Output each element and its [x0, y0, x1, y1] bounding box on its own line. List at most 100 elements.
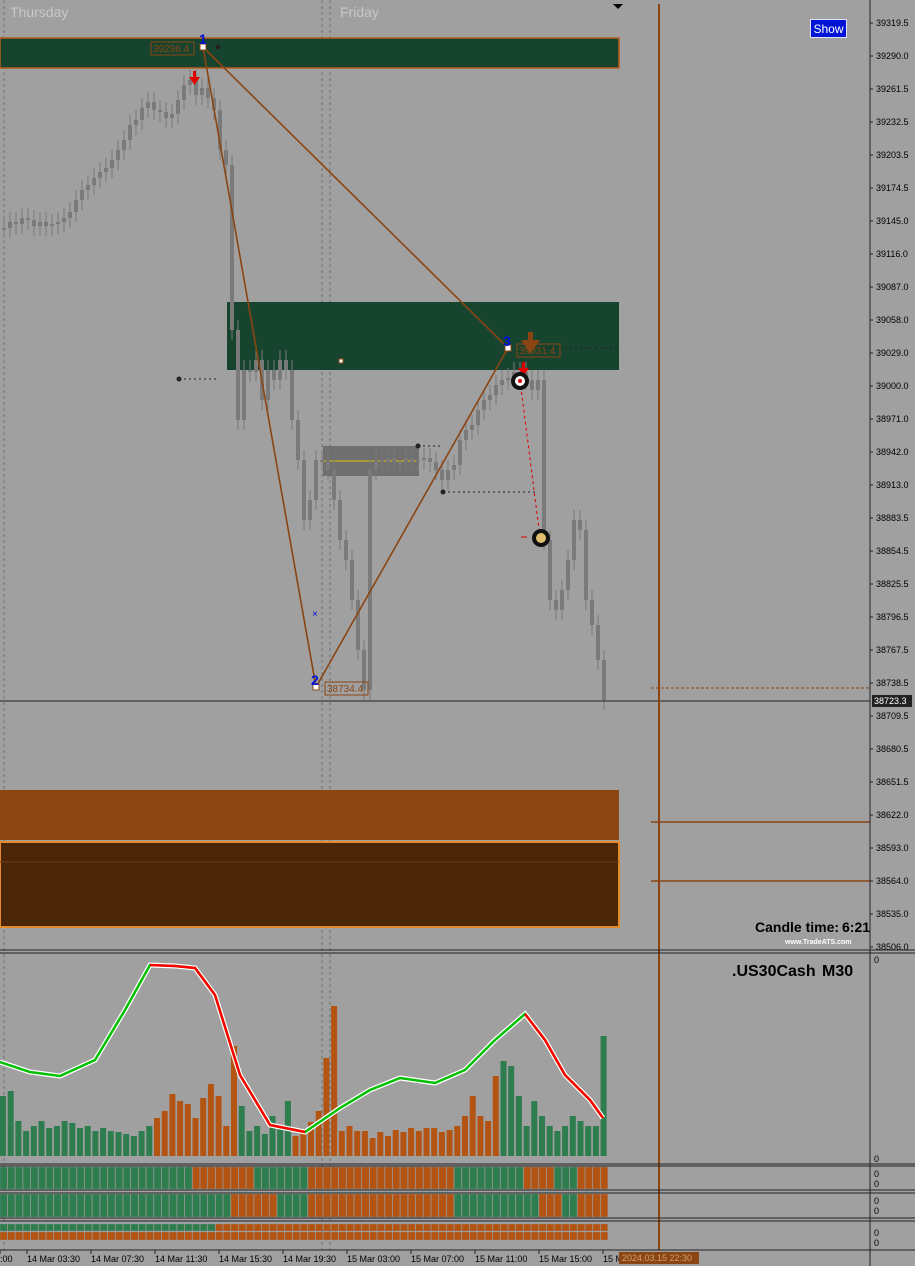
strip-cell: [99, 1223, 108, 1232]
volume-bar: [192, 1118, 199, 1156]
strip-cell: [492, 1231, 501, 1241]
strip-cell: [315, 1166, 324, 1190]
strip-cell: [246, 1231, 254, 1241]
candle-body: [350, 560, 354, 600]
strip-cell: [230, 1223, 239, 1232]
strip-cell: [207, 1166, 216, 1190]
strip-cell: [38, 1223, 46, 1232]
demand-zone-upper: [0, 790, 619, 840]
strip-cell: [492, 1223, 501, 1232]
strip-cell: [169, 1231, 177, 1241]
strip-cell: [76, 1166, 85, 1190]
strip-cell: [246, 1193, 254, 1218]
strip-cell: [230, 1193, 239, 1218]
candle-body: [68, 212, 72, 218]
strip-cell: [554, 1166, 562, 1190]
candle-body: [206, 88, 210, 98]
candle-body: [470, 425, 474, 430]
ref-dot: [215, 44, 221, 50]
strip-cell: [176, 1223, 185, 1232]
strip-cell: [323, 1223, 331, 1232]
strip-cell: [269, 1231, 277, 1241]
strip-cell: [538, 1223, 547, 1232]
symbol-title: .US30Cash: [732, 963, 816, 980]
strip-cell: [415, 1223, 424, 1232]
strip-cell: [561, 1193, 570, 1218]
strip-cell: [323, 1193, 331, 1218]
candle-body: [476, 410, 480, 425]
strip-cell: [192, 1223, 200, 1232]
candle-body: [404, 458, 408, 462]
volume-bar: [154, 1118, 160, 1156]
strip-cell: [369, 1231, 377, 1241]
candle-body: [374, 460, 378, 470]
volume-bar: [338, 1131, 345, 1156]
strip-cell: [184, 1193, 193, 1218]
volume-bar: [115, 1132, 122, 1156]
strip-cell: [500, 1231, 508, 1241]
strip-cell: [300, 1231, 308, 1241]
strip-cell: [161, 1223, 170, 1232]
strip-cell: [508, 1231, 516, 1241]
pattern-price-2: 38734.4: [327, 684, 364, 695]
strip-cell: [292, 1166, 300, 1190]
candle-body: [62, 218, 66, 222]
strip-cell: [15, 1166, 23, 1190]
strip-cell: [392, 1193, 401, 1218]
strip-cell: [76, 1231, 85, 1241]
show-button[interactable]: Show: [810, 19, 847, 38]
strip-cell: [577, 1193, 585, 1218]
volume-bar: [323, 1058, 330, 1156]
candle-body: [380, 460, 384, 462]
strip-cell: [438, 1223, 447, 1232]
volume-bar: [369, 1138, 376, 1156]
strip-cell: [477, 1193, 485, 1218]
strip-cell: [492, 1193, 501, 1218]
price-tick-label: 38825.5: [876, 579, 909, 589]
strip-cell: [461, 1166, 470, 1190]
strip-cell: [454, 1231, 462, 1241]
strip-cell: [600, 1166, 608, 1190]
strip-cell: [223, 1193, 231, 1218]
volume-bar: [223, 1126, 230, 1156]
pattern-price-1: 39296.4: [153, 44, 190, 55]
strip-cell: [277, 1231, 285, 1241]
price-tick-label: 38738.5: [876, 678, 909, 688]
strip-cell: [446, 1193, 454, 1218]
price-tick-label: 39232.5: [876, 117, 909, 127]
volume-bar: [123, 1134, 130, 1156]
candle-body: [410, 458, 414, 462]
strip-cell: [577, 1166, 585, 1190]
strip-cell: [292, 1231, 300, 1241]
candle-body: [560, 590, 564, 610]
volume-bar: [331, 1006, 338, 1156]
strip-cell: [253, 1193, 262, 1218]
strip-cell: [22, 1193, 31, 1218]
strip-cell: [261, 1223, 270, 1232]
volume-bar: [277, 1126, 284, 1156]
strip-cell: [400, 1231, 408, 1241]
strip-cell: [107, 1193, 116, 1218]
strip-cell: [477, 1223, 485, 1232]
strip-cell: [592, 1166, 601, 1190]
strip-cell: [269, 1223, 277, 1232]
strip-cell: [161, 1193, 170, 1218]
candle-body: [32, 220, 36, 226]
strip-cell: [407, 1223, 416, 1232]
strip-cell: [346, 1231, 354, 1241]
candle-body: [434, 462, 438, 470]
strip-cell: [223, 1231, 231, 1241]
strip-cell: [392, 1223, 401, 1232]
strip-cell: [546, 1166, 555, 1190]
strip-axis: 0: [874, 1169, 879, 1179]
volume-bar: [69, 1123, 76, 1156]
supply-zone-top: [0, 37, 620, 69]
candle-body: [458, 440, 462, 465]
strip-cell: [207, 1223, 216, 1232]
strip-cell: [123, 1193, 131, 1218]
volume-bar: [246, 1131, 253, 1156]
strip-cell: [561, 1223, 570, 1232]
strip-cell: [223, 1223, 231, 1232]
strip-cell: [215, 1223, 223, 1232]
strip-cell: [176, 1231, 185, 1241]
